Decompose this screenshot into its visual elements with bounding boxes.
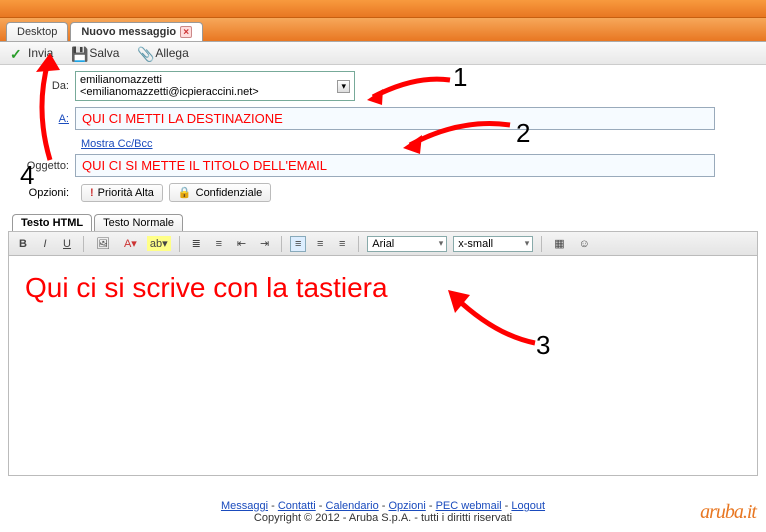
- footer-link-options[interactable]: Opzioni: [389, 500, 426, 512]
- font-size-select[interactable]: x-small: [453, 236, 533, 252]
- footer-link-messages[interactable]: Messaggi: [221, 500, 268, 512]
- footer-links: Messaggi - Contatti - Calendario - Opzio…: [0, 500, 766, 512]
- outdent-button[interactable]: ⇤: [233, 235, 250, 252]
- body-format-tabs: Testo HTML Testo Normale: [12, 214, 766, 231]
- font-family-select[interactable]: Arial: [367, 236, 447, 252]
- footer-link-logout[interactable]: Logout: [511, 500, 545, 512]
- from-value: emilianomazzetti <emilianomazzetti@icpie…: [80, 74, 337, 98]
- number-list-button[interactable]: ≡: [211, 236, 227, 252]
- bullet-list-button[interactable]: ≣: [188, 235, 205, 252]
- save-icon: 💾: [71, 46, 85, 60]
- tab-new-message[interactable]: Nuovo messaggio ×: [70, 22, 203, 41]
- send-button[interactable]: ✓ Invia: [10, 46, 53, 60]
- aruba-logo: aruba.it: [700, 501, 756, 524]
- copyright: Copyright © 2012 - Aruba S.p.A. - tutti …: [0, 512, 766, 524]
- tab-label: Nuovo messaggio: [81, 26, 176, 38]
- table-button[interactable]: ▦: [550, 235, 568, 252]
- text-color-button[interactable]: A▾: [120, 235, 141, 252]
- indent-button[interactable]: ⇥: [256, 235, 273, 252]
- chevron-down-icon: ▾: [337, 80, 350, 93]
- to-label-link[interactable]: A:: [59, 113, 69, 125]
- check-icon: ✓: [10, 46, 24, 60]
- footer-link-calendar[interactable]: Calendario: [326, 500, 379, 512]
- attach-label: Allega: [155, 46, 188, 60]
- confidential-label: Confidenziale: [196, 187, 263, 199]
- exclamation-icon: !: [90, 187, 94, 199]
- compose-form: Da: emilianomazzetti <emilianomazzetti@i…: [0, 65, 766, 206]
- tab-desktop[interactable]: Desktop: [6, 22, 68, 41]
- align-center-button[interactable]: ≡: [312, 236, 328, 252]
- show-cc-bcc-link[interactable]: Mostra Cc/Bcc: [81, 138, 153, 150]
- editor-body[interactable]: Qui ci si scrive con la tastiera: [8, 256, 758, 476]
- editor-toolbar: B I U 🖼 A▾ ab▾ ≣ ≡ ⇤ ⇥ ≡ ≡ ≡ Arial x-sma…: [8, 231, 758, 256]
- tab-html[interactable]: Testo HTML: [12, 214, 92, 231]
- editor-content: Qui ci si scrive con la tastiera: [25, 272, 741, 304]
- subject-label: Oggetto:: [10, 160, 75, 172]
- align-right-button[interactable]: ≡: [334, 236, 350, 252]
- from-select[interactable]: emilianomazzetti <emilianomazzetti@icpie…: [75, 71, 355, 101]
- to-input[interactable]: [75, 107, 715, 130]
- paperclip-icon: 📎: [137, 46, 151, 60]
- options-label: Opzioni:: [10, 187, 75, 199]
- footer-link-contacts[interactable]: Contatti: [278, 500, 316, 512]
- bold-button[interactable]: B: [15, 236, 31, 252]
- underline-button[interactable]: U: [59, 236, 75, 252]
- footer-link-pec[interactable]: PEC webmail: [436, 500, 502, 512]
- image-button[interactable]: 🖼: [92, 235, 114, 252]
- subject-input[interactable]: [75, 154, 715, 177]
- footer: Messaggi - Contatti - Calendario - Opzio…: [0, 500, 766, 524]
- emoji-button[interactable]: ☺: [575, 236, 594, 252]
- save-button[interactable]: 💾 Salva: [71, 46, 119, 60]
- save-label: Salva: [89, 46, 119, 60]
- priority-label: Priorità Alta: [98, 187, 154, 199]
- italic-button[interactable]: I: [37, 236, 53, 252]
- confidential-button[interactable]: 🔒 Confidenziale: [169, 183, 271, 202]
- tab-label: Desktop: [17, 26, 57, 38]
- lock-icon: 🔒: [178, 186, 192, 199]
- tab-plain[interactable]: Testo Normale: [94, 214, 183, 231]
- priority-high-button[interactable]: ! Priorità Alta: [81, 184, 163, 202]
- from-label: Da:: [10, 80, 75, 92]
- attach-button[interactable]: 📎 Allega: [137, 46, 188, 60]
- bg-color-button[interactable]: ab▾: [147, 236, 171, 251]
- align-left-button[interactable]: ≡: [290, 236, 306, 252]
- window-tabs: Desktop Nuovo messaggio ×: [0, 18, 766, 42]
- close-icon[interactable]: ×: [180, 26, 192, 38]
- compose-toolbar: ✓ Invia 💾 Salva 📎 Allega: [0, 42, 766, 65]
- send-label: Invia: [28, 46, 53, 60]
